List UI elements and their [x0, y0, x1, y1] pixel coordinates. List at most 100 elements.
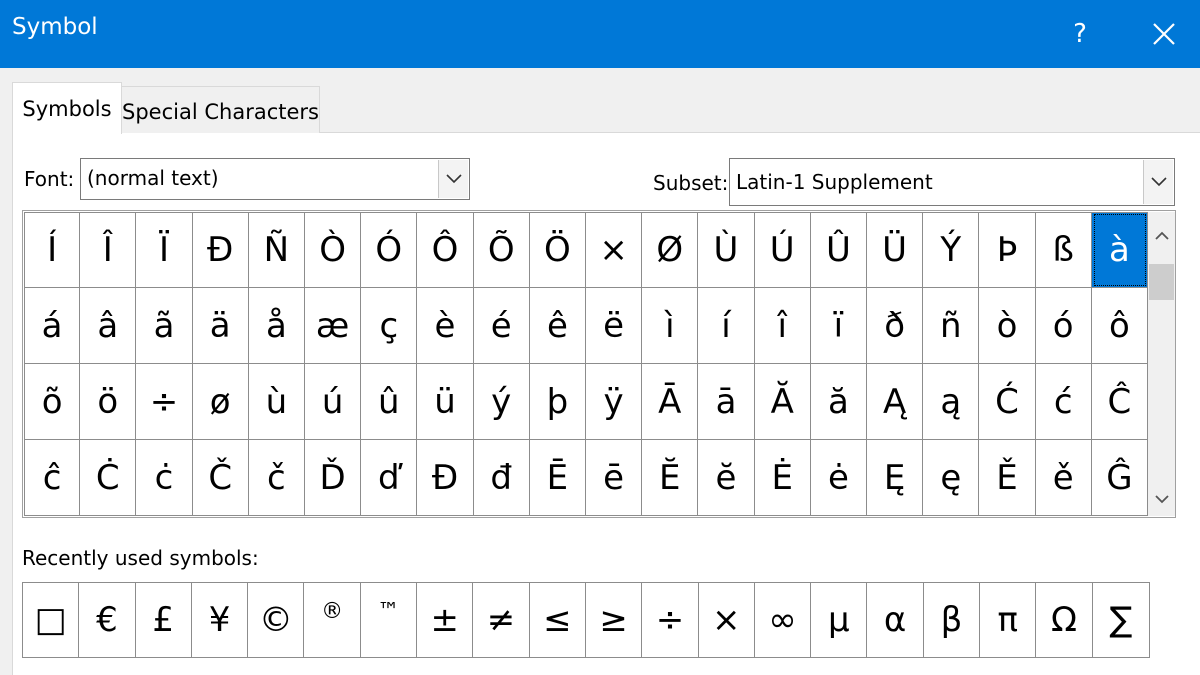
symbol-cell[interactable]: Đ: [417, 440, 474, 516]
symbol-cell[interactable]: Ĉ: [1091, 364, 1148, 440]
symbol-cell[interactable]: ö: [80, 364, 137, 440]
symbol-grid-scrollbar[interactable]: [1148, 212, 1175, 516]
symbol-cell[interactable]: å: [248, 288, 305, 364]
symbol-cell[interactable]: é: [473, 288, 530, 364]
subset-dropdown[interactable]: Latin-1 Supplement: [729, 158, 1175, 206]
symbol-cell[interactable]: Ø: [642, 212, 699, 288]
font-dropdown-arrow[interactable]: [438, 160, 468, 198]
symbol-cell[interactable]: ä: [192, 288, 249, 364]
symbol-cell[interactable]: Õ: [473, 212, 530, 288]
symbol-cell[interactable]: Ě: [979, 440, 1036, 516]
recent-symbol-cell[interactable]: ≠: [473, 583, 530, 657]
symbol-cell[interactable]: Ô: [417, 212, 474, 288]
recent-symbol-cell[interactable]: ×: [699, 583, 755, 657]
symbol-cell[interactable]: ç: [361, 288, 418, 364]
symbol-cell[interactable]: ą: [923, 364, 980, 440]
recent-symbol-cell[interactable]: α: [867, 583, 924, 657]
symbol-cell[interactable]: ÿ: [586, 364, 643, 440]
help-button[interactable]: ?: [1058, 10, 1102, 58]
font-dropdown[interactable]: (normal text): [80, 158, 470, 200]
symbol-cell[interactable]: è: [417, 288, 474, 364]
symbol-cell[interactable]: ×: [586, 212, 643, 288]
symbol-cell[interactable]: Û: [810, 212, 867, 288]
recent-symbol-cell[interactable]: €: [79, 583, 136, 657]
symbol-cell[interactable]: Ĝ: [1091, 440, 1148, 516]
symbol-cell[interactable]: ā: [698, 364, 755, 440]
close-button[interactable]: [1140, 10, 1188, 58]
recent-symbol-cell[interactable]: ©: [248, 583, 305, 657]
symbol-cell[interactable]: æ: [305, 288, 362, 364]
recent-symbol-cell[interactable]: β: [924, 583, 981, 657]
symbol-cell[interactable]: Þ: [979, 212, 1036, 288]
recent-symbol-cell[interactable]: ≤: [530, 583, 586, 657]
recent-symbol-cell[interactable]: ≥: [586, 583, 643, 657]
symbol-cell[interactable]: â: [80, 288, 137, 364]
symbol-cell[interactable]: ĉ: [24, 440, 81, 516]
recent-symbol-cell[interactable]: ™: [361, 583, 418, 657]
scroll-up-button[interactable]: [1148, 224, 1175, 248]
symbol-cell[interactable]: ċ: [136, 440, 193, 516]
symbol-cell[interactable]: Ą: [867, 364, 924, 440]
symbol-cell[interactable]: ě: [1035, 440, 1092, 516]
symbol-cell[interactable]: Î: [80, 212, 137, 288]
tab-symbols[interactable]: Symbols: [12, 82, 122, 134]
symbol-cell[interactable]: ñ: [923, 288, 980, 364]
symbol-cell[interactable]: ò: [979, 288, 1036, 364]
recent-symbol-cell[interactable]: ±: [417, 583, 474, 657]
recent-symbol-cell[interactable]: ®: [304, 583, 361, 657]
symbol-cell[interactable]: ę: [923, 440, 980, 516]
symbol-cell[interactable]: ĕ: [698, 440, 755, 516]
symbol-cell[interactable]: Ý: [923, 212, 980, 288]
recent-symbol-cell[interactable]: µ: [811, 583, 868, 657]
symbol-cell[interactable]: Í: [24, 212, 81, 288]
symbol-cell[interactable]: ô: [1091, 288, 1148, 364]
symbol-cell[interactable]: ć: [1035, 364, 1092, 440]
symbol-cell[interactable]: û: [361, 364, 418, 440]
symbol-cell[interactable]: ì: [642, 288, 699, 364]
symbol-cell[interactable]: á: [24, 288, 81, 364]
symbol-cell[interactable]: ß: [1035, 212, 1092, 288]
symbol-cell[interactable]: í: [698, 288, 755, 364]
symbol-cell[interactable]: ý: [473, 364, 530, 440]
symbol-cell[interactable]: ð: [867, 288, 924, 364]
symbol-cell[interactable]: ó: [1035, 288, 1092, 364]
symbol-cell[interactable]: à: [1091, 212, 1148, 288]
symbol-cell[interactable]: Ï: [136, 212, 193, 288]
symbol-cell[interactable]: ï: [810, 288, 867, 364]
symbol-cell[interactable]: ď: [361, 440, 418, 516]
symbol-cell[interactable]: Ē: [529, 440, 586, 516]
symbol-cell[interactable]: ë: [586, 288, 643, 364]
symbol-cell[interactable]: Ù: [698, 212, 755, 288]
symbol-cell[interactable]: Ę: [867, 440, 924, 516]
symbol-cell[interactable]: Ċ: [80, 440, 137, 516]
scroll-thumb[interactable]: [1149, 264, 1174, 300]
symbol-cell[interactable]: Ė: [754, 440, 811, 516]
scroll-down-button[interactable]: [1148, 488, 1175, 512]
symbol-cell[interactable]: Ć: [979, 364, 1036, 440]
symbol-cell[interactable]: ù: [248, 364, 305, 440]
symbol-cell[interactable]: Ā: [642, 364, 699, 440]
symbol-cell[interactable]: Ú: [754, 212, 811, 288]
symbol-cell[interactable]: Č: [192, 440, 249, 516]
recent-symbol-cell[interactable]: £: [136, 583, 192, 657]
symbol-cell[interactable]: č: [248, 440, 305, 516]
symbol-cell[interactable]: Ď: [305, 440, 362, 516]
recent-symbol-cell[interactable]: □: [23, 583, 80, 657]
symbol-cell[interactable]: ê: [529, 288, 586, 364]
symbol-cell[interactable]: ü: [417, 364, 474, 440]
symbol-cell[interactable]: Ñ: [248, 212, 305, 288]
recent-symbol-cell[interactable]: Ω: [1036, 583, 1093, 657]
symbol-cell[interactable]: ú: [305, 364, 362, 440]
symbol-cell[interactable]: Ă: [754, 364, 811, 440]
recent-symbol-cell[interactable]: ∞: [755, 583, 812, 657]
symbol-cell[interactable]: ă: [810, 364, 867, 440]
symbol-cell[interactable]: đ: [473, 440, 530, 516]
symbol-cell[interactable]: þ: [529, 364, 586, 440]
symbol-cell[interactable]: õ: [24, 364, 81, 440]
symbol-cell[interactable]: ē: [586, 440, 643, 516]
recent-symbol-cell[interactable]: π: [980, 583, 1037, 657]
symbol-cell[interactable]: Ü: [867, 212, 924, 288]
symbol-cell[interactable]: Ö: [529, 212, 586, 288]
symbol-cell[interactable]: Ĕ: [642, 440, 699, 516]
symbol-cell[interactable]: ã: [136, 288, 193, 364]
